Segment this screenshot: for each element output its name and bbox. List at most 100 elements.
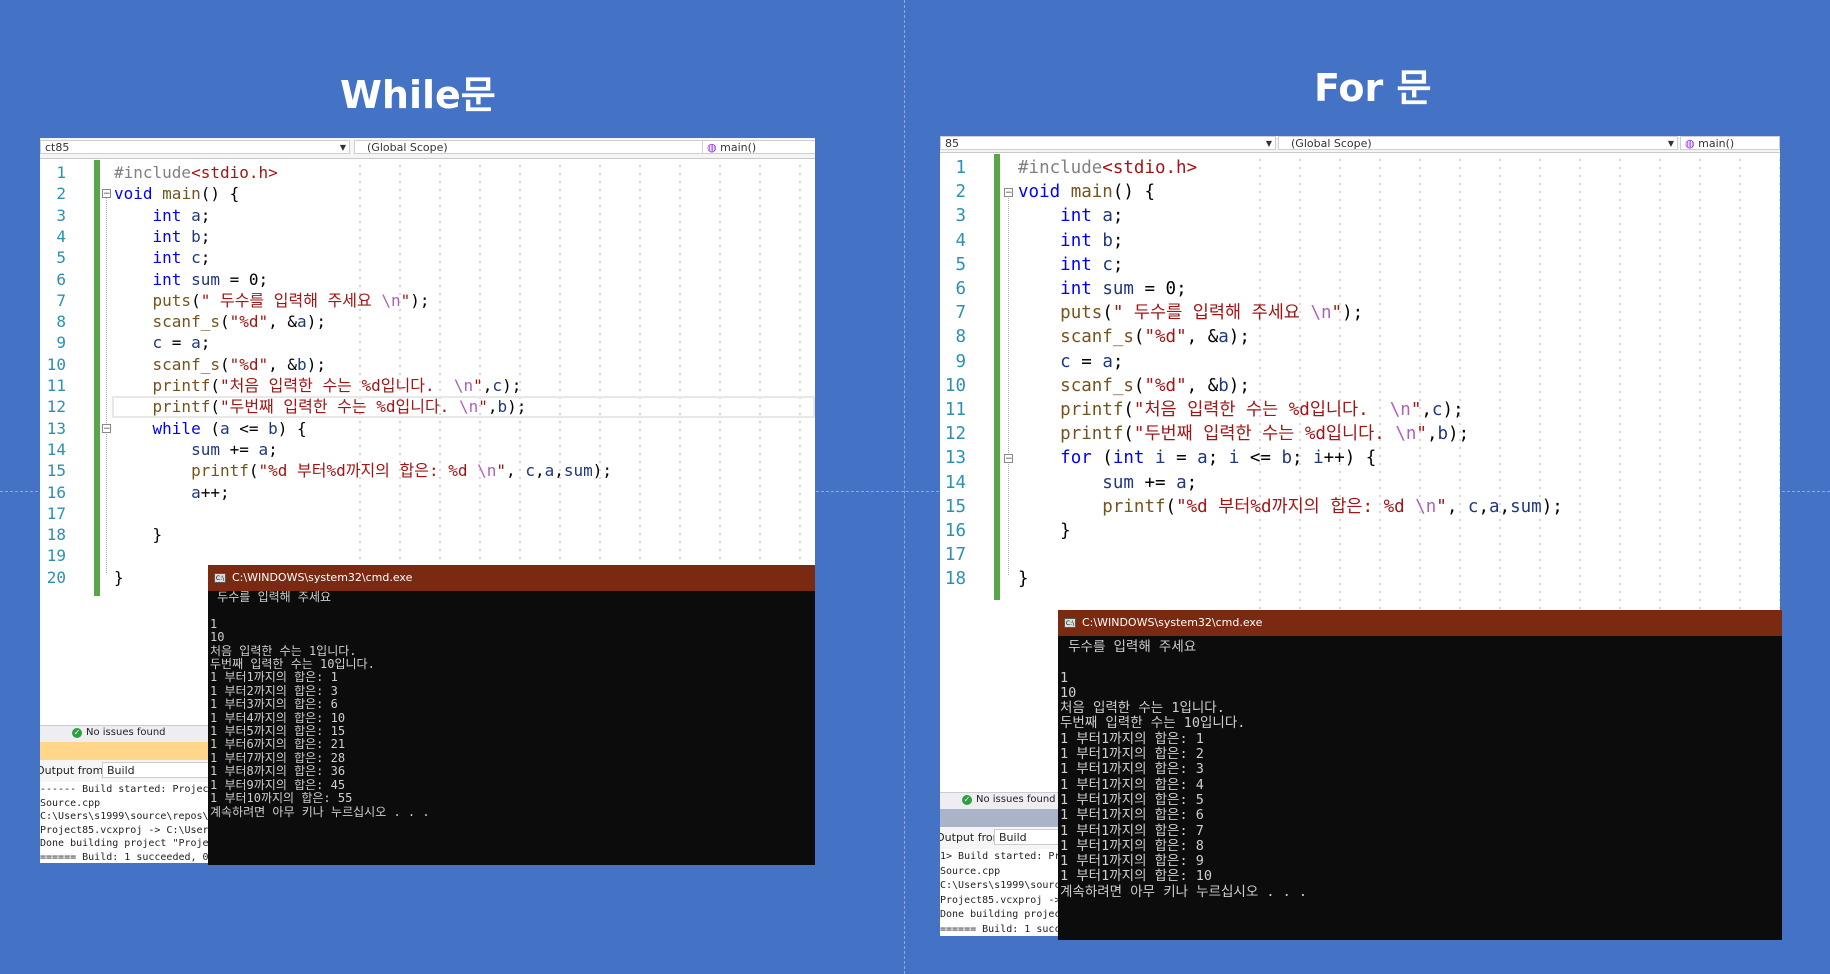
line-number: 13: [944, 448, 966, 469]
code-line[interactable]: while (a <= b) {: [114, 418, 815, 439]
console-line: 1 부터1까지의 합은: 2: [1060, 746, 1204, 763]
line-number: 6: [56, 269, 66, 289]
code-line[interactable]: a++;: [114, 482, 815, 503]
code-line[interactable]: printf("처음 입력한 수는 %d입니다. \n",c);: [1018, 398, 1780, 422]
console-icon: C:\: [1064, 618, 1076, 628]
scope-dropdown[interactable]: (Global Scope)▼: [354, 140, 714, 154]
while-console-window: C:\ C:\WINDOWS\system32\cmd.exe 두수를 입력해 주…: [208, 565, 815, 865]
code-line[interactable]: printf("처음 입력한 수는 %d입니다. \n",c);: [114, 375, 815, 396]
project-dropdown[interactable]: 85 ▼: [940, 136, 1276, 150]
line-number: 4: [955, 230, 966, 251]
indent-guide: [106, 198, 107, 574]
console-title-bar[interactable]: C:\ C:\WINDOWS\system32\cmd.exe: [1058, 610, 1782, 636]
scope-dropdown[interactable]: (Global Scope)▼: [1278, 136, 1678, 150]
while-title: While문: [340, 73, 496, 117]
code-line[interactable]: printf("%d 부터%d까지의 합은: %d \n", c,a,sum);: [114, 460, 815, 481]
code-line[interactable]: int c;: [1018, 253, 1780, 277]
console-line: 1 부터1까지의 합은: 9: [1060, 853, 1204, 870]
project-dropdown[interactable]: ct85 ▼: [40, 140, 350, 154]
line-number: 9: [955, 351, 966, 372]
code-line[interactable]: sum += a;: [1018, 471, 1780, 495]
code-line[interactable]: scanf_s("%d", &b);: [114, 354, 815, 375]
code-line[interactable]: }: [1018, 519, 1780, 543]
line-number: 7: [56, 290, 66, 310]
line-number: 14: [944, 472, 966, 493]
status-text: No issues found: [976, 794, 1056, 805]
code-line[interactable]: #include<stdio.h>: [1018, 156, 1780, 180]
code-line[interactable]: sum += a;: [114, 439, 815, 460]
line-number: 5: [56, 248, 66, 268]
code-line[interactable]: puts(" 두수를 입력해 주세요 \n");: [114, 290, 815, 311]
code-line[interactable]: printf("두번째 입력한 수는 %d입니다. \n",b);: [114, 396, 815, 417]
line-number: 10: [46, 354, 66, 374]
line-number: 6: [955, 279, 966, 299]
line-number: 3: [56, 205, 66, 225]
console-line: 계속하려면 아무 키나 누르십시오 . . .: [210, 804, 430, 819]
console-line: 1 부터7까지의 합은: 28: [210, 750, 346, 765]
output-source-value: Build: [999, 831, 1027, 844]
console-line: 두수를 입력해 주세요: [1060, 639, 1197, 655]
code-line[interactable]: int sum = 0;: [114, 269, 815, 290]
code-line[interactable]: scanf_s("%d", &a);: [1018, 325, 1780, 349]
line-number: 18: [46, 525, 66, 545]
line-number: 16: [944, 521, 966, 541]
code-line[interactable]: }: [1018, 567, 1780, 591]
line-number: 12: [944, 424, 966, 445]
console-line: 처음 입력한 수는 1입니다.: [210, 643, 357, 658]
code-line[interactable]: int b;: [1018, 229, 1780, 253]
console-title-bar[interactable]: C:\ C:\WINDOWS\system32\cmd.exe: [208, 565, 815, 591]
line-number: 3: [955, 206, 966, 227]
console-line: 1 부터9까지의 합은: 45: [210, 777, 346, 792]
console-line: 1 부터4까지의 합은: 10: [210, 710, 346, 725]
collapse-toggle-icon[interactable]: −: [1004, 187, 1013, 197]
code-line[interactable]: printf("%d 부터%d까지의 합은: %d \n", c,a,sum);: [1018, 495, 1780, 519]
line-number: 9: [56, 333, 66, 353]
console-line: 두번째 입력한 수는 10입니다.: [210, 657, 375, 672]
line-number: 15: [944, 496, 966, 517]
console-line: 1: [210, 616, 218, 631]
console-line: 1 부터1까지의 합은: 10: [1060, 868, 1212, 885]
console-line: 1 부터1까지의 합은: 1: [1060, 730, 1204, 747]
collapse-toggle-icon[interactable]: −: [102, 423, 111, 433]
member-dropdown[interactable]: ◍ main(): [702, 140, 815, 154]
line-number: 7: [955, 303, 966, 324]
line-number: 8: [955, 327, 966, 348]
console-title: C:\WINDOWS\system32\cmd.exe: [1082, 616, 1263, 629]
code-line[interactable]: puts(" 두수를 입력해 주세요 \n");: [1018, 301, 1780, 325]
code-line[interactable]: scanf_s("%d", &b);: [1018, 374, 1780, 398]
function-icon: ◍: [1685, 137, 1699, 150]
code-line[interactable]: printf("두번째 입력한 수는 %d입니다. \n",b);: [1018, 422, 1780, 446]
console-line: 1 부터10까지의 합은: 55: [210, 791, 353, 806]
code-line[interactable]: void main() {: [1018, 180, 1780, 204]
line-number: 11: [46, 376, 66, 395]
member-dropdown[interactable]: ◍ main(): [1680, 136, 1780, 150]
project-name: 85: [945, 137, 959, 150]
code-line[interactable]: c = a;: [114, 332, 815, 353]
console-title: C:\WINDOWS\system32\cmd.exe: [232, 571, 413, 584]
code-line[interactable]: #include<stdio.h>: [114, 162, 815, 183]
line-number: 2: [955, 182, 966, 203]
console-line: 10: [1060, 684, 1077, 701]
code-line[interactable]: int a;: [114, 205, 815, 226]
collapse-toggle-icon[interactable]: −: [1004, 454, 1013, 464]
console-line: 1 부터1까지의 합은: 1: [210, 670, 338, 685]
line-number: 2: [56, 184, 66, 204]
code-line[interactable]: int a;: [1018, 204, 1780, 228]
console-line: 두수를 입력해 주세요: [210, 590, 332, 604]
code-line[interactable]: scanf_s("%d", &a);: [114, 311, 815, 332]
collapse-toggle-icon[interactable]: −: [102, 189, 111, 199]
code-line[interactable]: }: [114, 524, 815, 545]
console-line: 1 부터1까지의 합은: 8: [1060, 837, 1204, 854]
code-line[interactable]: int sum = 0;: [1018, 277, 1780, 301]
line-number: 12: [46, 397, 66, 417]
function-icon: ◍: [707, 141, 721, 154]
member-name: main(): [720, 141, 757, 154]
code-line[interactable]: for (int i = a; i <= b; i++) {: [1018, 446, 1780, 470]
code-line[interactable]: void main() {: [114, 183, 815, 204]
line-number: 10: [944, 375, 966, 396]
editor-navigation-bar: ct85 ▼ (Global Scope)▼ ◍ main(): [40, 138, 815, 159]
code-line[interactable]: int b;: [114, 226, 815, 247]
line-number: 18: [944, 569, 966, 590]
code-line[interactable]: int c;: [114, 247, 815, 268]
code-line[interactable]: c = a;: [1018, 350, 1780, 374]
